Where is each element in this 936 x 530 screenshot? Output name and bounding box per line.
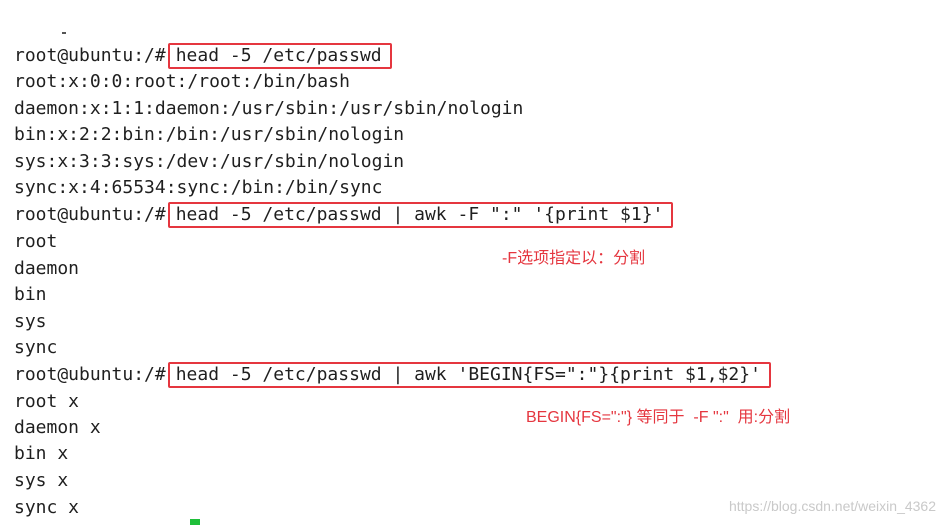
output-line: sync x <box>14 497 80 518</box>
output-line: sys <box>14 311 47 332</box>
highlighted-command-2: head -5 /etc/passwd | awk -F ":" '{print… <box>167 202 674 228</box>
output-line: sys x <box>14 470 69 491</box>
terminal-cursor <box>190 519 200 525</box>
output-line: sys:x:3:3:sys:/dev:/usr/sbin/nologin <box>14 151 405 172</box>
output-line: daemon <box>14 258 80 279</box>
output-line: sync <box>14 337 58 358</box>
cropped-text-fragment <box>62 32 66 34</box>
output-line: sync:x:4:65534:sync:/bin:/bin/sync <box>14 177 383 198</box>
command-line-1: root@ubuntu:/# head -5 /etc/passwd <box>14 43 392 69</box>
terminal-window[interactable]: root@ubuntu:/# head -5 /etc/passwd root:x… <box>0 0 936 530</box>
output-line: daemon x <box>14 417 101 438</box>
output-line: root:x:0:0:root:/root:/bin/bash <box>14 71 350 92</box>
output-line: bin x <box>14 443 69 464</box>
prompt: root@ubuntu:/# <box>14 204 166 225</box>
prompt: root@ubuntu:/# <box>14 45 166 66</box>
highlighted-command-3: head -5 /etc/passwd | awk 'BEGIN{FS=":"}… <box>167 362 771 388</box>
prompt: root@ubuntu:/# <box>14 364 166 385</box>
output-line: bin <box>14 284 47 305</box>
annotation-begin-fs: BEGIN{FS=":"} 等同于 -F ":" 用:分割 <box>526 409 791 426</box>
output-line: root <box>14 231 58 252</box>
output-line: root x <box>14 391 80 412</box>
annotation-f-option: -F选项指定以：分割 <box>502 250 646 267</box>
highlighted-command-1: head -5 /etc/passwd <box>167 43 392 69</box>
command-line-3: root@ubuntu:/# head -5 /etc/passwd | awk … <box>14 362 771 388</box>
watermark: https://blog.csdn.net/weixin_4362 <box>728 498 936 514</box>
output-line: bin:x:2:2:bin:/bin:/usr/sbin/nologin <box>14 124 405 145</box>
command-line-2: root@ubuntu:/# head -5 /etc/passwd | awk … <box>14 202 674 228</box>
output-line: daemon:x:1:1:daemon:/usr/sbin:/usr/sbin/… <box>14 98 524 119</box>
